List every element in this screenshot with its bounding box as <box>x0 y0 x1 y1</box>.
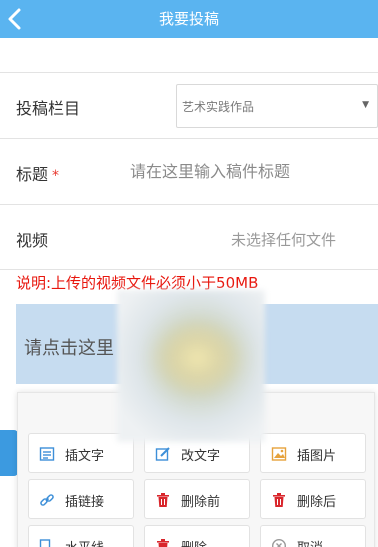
trash-icon <box>157 493 169 507</box>
title-input[interactable] <box>130 159 370 183</box>
delete-after-label: 删除后 <box>297 495 337 510</box>
column-row: 投稿栏目 艺术实践作品 ▼ <box>0 72 378 138</box>
edit-text-icon <box>155 447 170 461</box>
cancel-icon <box>272 539 286 547</box>
trash-icon <box>157 539 169 547</box>
caret-down-icon: ▼ <box>362 100 369 110</box>
top-bar: 我要投稿 <box>0 0 378 38</box>
header-spacer <box>0 38 378 72</box>
insert-text-icon <box>39 447 55 461</box>
column-select[interactable]: 艺术实践作品 ▼ <box>176 84 378 128</box>
insert-image-button[interactable]: 插图片 <box>260 433 366 473</box>
upload-prompt: 请点击这里 <box>24 338 114 359</box>
insert-image-icon <box>271 447 287 461</box>
delete-after-button[interactable]: 删除后 <box>260 479 366 519</box>
required-mark: * <box>52 168 60 184</box>
horizontal-line-icon <box>39 539 51 547</box>
column-select-value: 艺术实践作品 <box>182 100 255 114</box>
link-icon <box>40 494 54 506</box>
insert-link-button[interactable]: 插链接 <box>28 479 134 519</box>
page-title: 我要投稿 <box>158 10 219 28</box>
video-row[interactable]: 视频 未选择任何文件 <box>0 204 378 270</box>
title-label: 标题 * <box>16 161 59 185</box>
page: 我要投稿 投稿栏目 艺术实践作品 ▼ 标题* 视频 未选择任何文件 说明:上传的… <box>0 0 378 547</box>
title-row: 标题 * <box>0 138 378 204</box>
trash-icon <box>273 493 285 507</box>
cancel-label: 取消 <box>297 537 323 547</box>
insert-link-label: 插链接 <box>65 495 105 510</box>
cancel-button[interactable]: 取消 <box>260 525 366 547</box>
column-label: 投稿栏目 <box>16 99 81 118</box>
delete-before-label: 删除前 <box>181 495 221 510</box>
side-tab-button[interactable] <box>0 430 18 476</box>
video-file-status[interactable]: 未选择任何文件 <box>231 229 336 250</box>
video-label: 视频 <box>16 231 49 250</box>
horizontal-line-button[interactable]: 水平线 <box>28 525 134 547</box>
delete-label: 删除 <box>181 537 207 547</box>
edit-text-label: 改文字 <box>181 449 221 464</box>
delete-before-button[interactable]: 删除前 <box>144 479 250 519</box>
delete-button[interactable]: 删除 <box>144 525 250 547</box>
insert-text-label: 插文字 <box>65 449 105 464</box>
insert-image-label: 插图片 <box>297 449 337 464</box>
blurred-thumbnail-highlight <box>150 318 245 398</box>
horizontal-line-label: 水平线 <box>65 537 104 547</box>
title-label-text: 标题 <box>16 165 49 184</box>
